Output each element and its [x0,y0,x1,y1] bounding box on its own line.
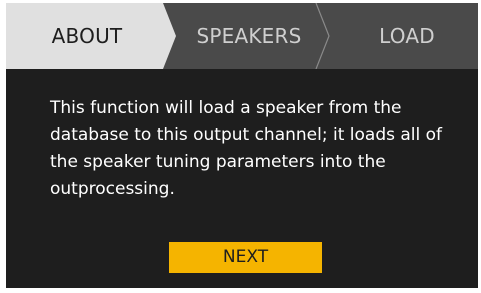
wizard-panel: ABOUT SPEAKERS LOAD This function will l… [6,3,478,288]
next-button[interactable]: NEXT [169,242,322,273]
tab-about[interactable]: ABOUT [6,3,168,69]
about-description: This function will load a speaker from t… [50,98,443,199]
tab-speakers[interactable]: SPEAKERS [174,3,324,69]
step-tabs: ABOUT SPEAKERS LOAD [6,3,478,69]
tab-load[interactable]: LOAD [336,3,478,69]
